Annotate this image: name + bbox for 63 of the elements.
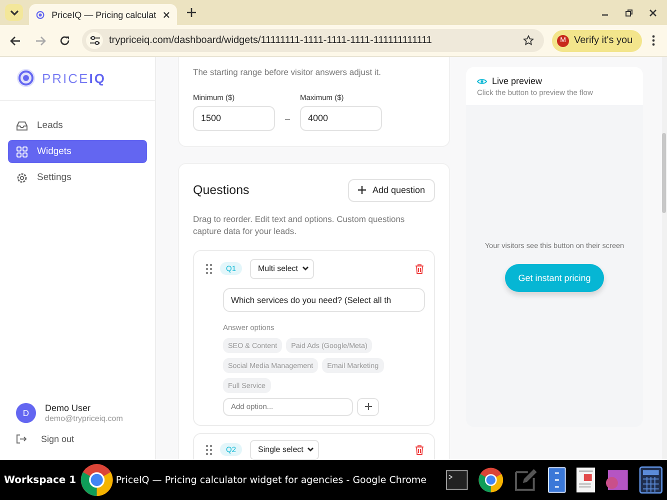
site-info-button[interactable] xyxy=(86,32,103,49)
question-text-field[interactable]: Which services do you need? (Select all th xyxy=(223,288,425,312)
add-question-button[interactable]: Add question xyxy=(348,178,435,202)
sign-out-icon xyxy=(16,434,27,444)
new-tab-icon[interactable] xyxy=(187,8,196,17)
chevron-down-icon xyxy=(302,266,310,271)
target-logo-icon xyxy=(16,68,36,88)
tab-title: PriceIQ — Pricing calculat xyxy=(52,10,156,20)
restore-icon[interactable] xyxy=(625,8,633,16)
section-description: The starting range before visitor answers adjust it. xyxy=(193,66,382,78)
sign-out-link[interactable]: Sign out xyxy=(0,423,155,460)
document-icon[interactable] xyxy=(576,467,596,493)
sidebar-nav-item[interactable]: Widgets xyxy=(8,140,147,163)
inbox-icon xyxy=(16,120,28,132)
image-icon[interactable] xyxy=(605,469,630,491)
workspace-label[interactable]: Workspace 1 xyxy=(4,474,76,486)
window-title[interactable]: PriceIQ — Pricing calculator widget for agencies - Google Chrome xyxy=(116,474,426,486)
sidebar-nav-item[interactable]: Leads xyxy=(8,114,147,137)
browser-tab[interactable]: PriceIQ — Pricing calculat xyxy=(29,4,177,25)
plus-icon xyxy=(364,403,372,410)
close-icon[interactable] xyxy=(649,8,657,16)
target-icon xyxy=(36,10,45,20)
drag-handle-icon[interactable] xyxy=(206,444,212,454)
calculator-icon[interactable] xyxy=(639,466,664,494)
preview-title: Live preview xyxy=(492,76,542,86)
add-option-button[interactable] xyxy=(357,398,379,416)
trash-icon[interactable] xyxy=(415,444,424,454)
reload-icon[interactable] xyxy=(60,36,70,46)
url-text: trypriceiq.com/dashboard/widgets/11111111-1111-1111-1111-111111111111 xyxy=(109,35,433,46)
question-type-dropdown[interactable]: Single select xyxy=(250,440,320,460)
question-type-dropdown[interactable]: Multi select xyxy=(250,258,314,278)
user-name: Demo User xyxy=(45,403,92,413)
more-menu-icon[interactable] xyxy=(652,35,655,46)
user-avatar: D xyxy=(16,403,36,423)
scrollbar[interactable] xyxy=(662,57,667,460)
pencil-icon[interactable] xyxy=(514,468,538,492)
logo-text: PRICEIQ xyxy=(42,70,106,86)
back-icon[interactable] xyxy=(10,36,21,46)
close-icon[interactable] xyxy=(163,10,170,18)
drag-handle-icon[interactable] xyxy=(206,264,212,274)
gear-icon xyxy=(16,172,28,184)
section-title: Questions xyxy=(193,183,250,197)
chevron-down-icon xyxy=(10,10,18,16)
filing-cabinet-icon[interactable] xyxy=(548,467,566,493)
sidebar-nav-item[interactable]: Settings xyxy=(8,166,147,189)
star-icon[interactable] xyxy=(523,35,534,46)
scrollbar-thumb[interactable] xyxy=(662,133,666,213)
user-email: demo@trypriceiq.com xyxy=(45,414,123,423)
number-field[interactable]: 4000 xyxy=(300,106,382,130)
number-field[interactable]: 1500 xyxy=(193,106,275,130)
plus-icon xyxy=(358,186,366,194)
range-separator: – xyxy=(285,114,290,126)
address-bar[interactable]: trypriceiq.com/dashboard/widgets/11111111-1111-1111-1111-111111111111 xyxy=(82,29,544,52)
section-description: Drag to reorder. Edit text and options. Custom questions capture data for your leads. xyxy=(193,212,406,238)
terminal-icon[interactable] xyxy=(446,470,468,490)
grid-icon xyxy=(16,146,28,158)
tab-list-button[interactable] xyxy=(5,4,23,21)
chevron-down-icon xyxy=(307,447,314,452)
chrome-icon[interactable] xyxy=(80,463,114,497)
sliders-icon xyxy=(90,36,100,45)
chrome-icon[interactable] xyxy=(478,467,504,493)
trash-icon[interactable] xyxy=(415,264,424,274)
eye-icon xyxy=(477,78,487,84)
